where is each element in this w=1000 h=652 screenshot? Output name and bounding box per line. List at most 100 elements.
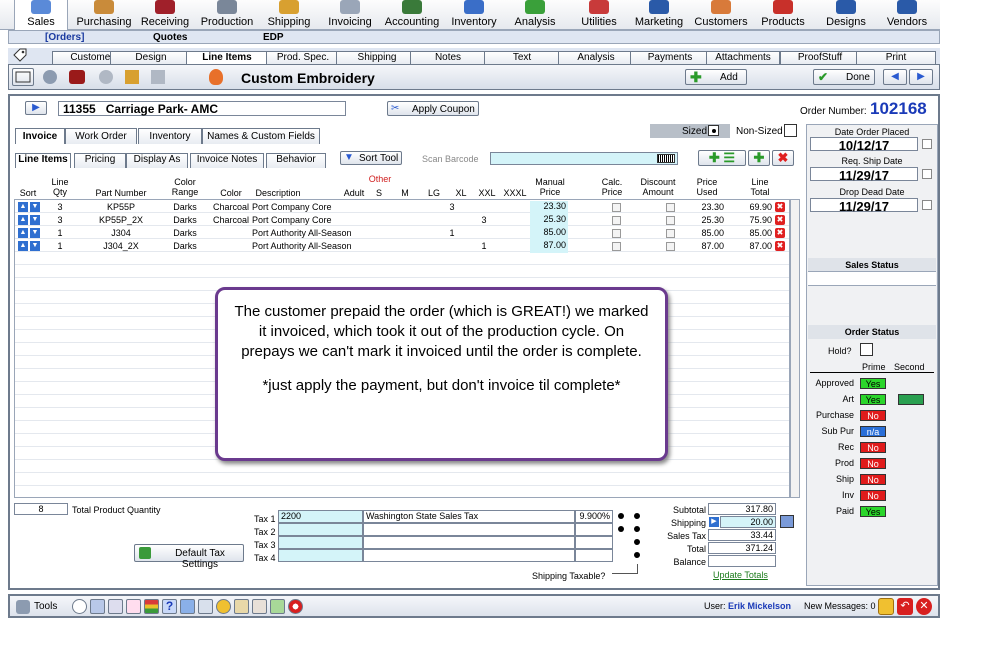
tax2-radio[interactable] [634, 526, 640, 532]
subnav-edp[interactable]: EDP [263, 32, 284, 43]
table-row[interactable]: ▲ ▼ 1 J304_2X Darks Port Authority All-Season… [14, 240, 790, 253]
linetab-pricing[interactable]: Pricing [74, 153, 126, 168]
gallery-icon[interactable] [252, 599, 267, 614]
settings-icon[interactable] [43, 70, 57, 84]
status-badge[interactable]: Yes [860, 394, 886, 405]
date-placed-calendar-icon[interactable] [922, 139, 932, 149]
calc-price-checkbox[interactable] [612, 229, 621, 238]
prev-arrow-icon[interactable]: ◀ [883, 69, 907, 85]
status-badge[interactable]: No [860, 474, 886, 485]
tax3-radio[interactable] [634, 539, 640, 545]
sort-up-icon[interactable]: ▲ [18, 215, 28, 225]
sort-tool-button[interactable]: ▼ Sort Tool [340, 151, 402, 165]
folder-icon[interactable] [234, 599, 249, 614]
table-row[interactable]: ▲ ▼ 3 KP55P Darks Charcoal Port Company Core 3 2… [14, 201, 790, 214]
date-placed-field[interactable]: 10/12/17 [810, 137, 918, 153]
tab-shipping[interactable]: Shipping [336, 51, 418, 64]
new-messages[interactable]: New Messages: 0 [804, 601, 876, 611]
nav-sales[interactable]: Sales [14, 0, 68, 30]
calculator-icon[interactable] [780, 515, 794, 528]
nav-marketing[interactable]: Marketing [634, 0, 684, 30]
status-badge[interactable]: n/a [860, 426, 886, 437]
grid-scrollbar[interactable] [790, 199, 800, 498]
sort-down-icon[interactable]: ▼ [30, 241, 40, 251]
manual-price[interactable]: 85.00 [530, 227, 568, 240]
nav-utilities[interactable]: Utilities [578, 0, 620, 30]
pencil-icon[interactable] [126, 599, 141, 614]
nav-shipping[interactable]: Shipping [266, 0, 312, 30]
stop-icon[interactable] [288, 599, 303, 614]
nav-invoicing[interactable]: Invoicing [326, 0, 374, 30]
calc-price-checkbox[interactable] [612, 216, 621, 225]
help-icon[interactable] [72, 599, 87, 614]
lock-icon[interactable] [878, 598, 894, 615]
sized-radio[interactable] [708, 125, 719, 136]
nonsized-checkbox[interactable] [784, 124, 797, 137]
nav-receiving[interactable]: Receiving [138, 0, 192, 30]
undo-icon[interactable]: ↶ [897, 598, 913, 615]
close-icon[interactable]: ✕ [916, 598, 932, 615]
drop-dead-calendar-icon[interactable] [922, 200, 932, 210]
discount-checkbox[interactable] [666, 242, 675, 251]
customer-field[interactable]: 11355 Carriage Park- AMC [58, 101, 346, 116]
tax3-name[interactable] [363, 536, 575, 549]
sales-status-field[interactable] [808, 272, 936, 286]
sort-down-icon[interactable]: ▼ [30, 215, 40, 225]
tax4-rate[interactable] [575, 549, 613, 562]
linetab-line-items[interactable]: Line Items [15, 153, 71, 168]
tax1-radio[interactable] [634, 513, 640, 519]
add-multiple-lines-button[interactable]: ✚ ☰ [698, 150, 746, 166]
nav-accounting[interactable]: Accounting [384, 0, 440, 30]
nav-purchasing[interactable]: Purchasing [74, 0, 134, 30]
default-tax-settings-button[interactable]: Default Tax Settings [134, 544, 244, 570]
sort-up-icon[interactable]: ▲ [18, 241, 28, 251]
tax4-code[interactable] [278, 549, 363, 562]
refresh-icon[interactable] [216, 599, 231, 614]
linetab-behavior[interactable]: Behavior [266, 153, 326, 168]
tax1-code[interactable]: 2200 [278, 510, 363, 523]
tab-design[interactable]: Design [110, 51, 192, 64]
list-icon[interactable] [144, 599, 159, 614]
status-badge[interactable]: No [860, 490, 886, 501]
scan-barcode-input[interactable] [490, 152, 678, 165]
subtab-inventory[interactable]: Inventory [138, 128, 202, 144]
calc-price-checkbox[interactable] [612, 203, 621, 212]
discount-checkbox[interactable] [666, 203, 675, 212]
tax1-ship-radio[interactable] [618, 513, 624, 519]
status-badge[interactable]: Yes [860, 506, 886, 517]
subtab-invoice[interactable]: Invoice [15, 128, 65, 144]
manual-price[interactable]: 25.30 [530, 214, 568, 227]
tax1-rate[interactable]: 9.900% [575, 510, 613, 523]
tools-icon[interactable] [16, 600, 30, 614]
delete-row-icon[interactable]: ✖ [775, 228, 785, 238]
status-badge[interactable]: Yes [860, 378, 886, 389]
sort-up-icon[interactable]: ▲ [18, 202, 28, 212]
shipping-value[interactable]: 20.00 [720, 516, 776, 528]
discount-checkbox[interactable] [666, 229, 675, 238]
linetab-invoice-notes[interactable]: Invoice Notes [190, 153, 264, 168]
delete-row-icon[interactable]: ✖ [775, 241, 785, 251]
nav-customers[interactable]: Customers [694, 0, 748, 30]
done-button[interactable]: ✔ Done [813, 69, 875, 85]
nav-vendors[interactable]: Vendors [884, 0, 930, 30]
req-ship-calendar-icon[interactable] [922, 169, 932, 179]
nav-designs[interactable]: Designs [824, 0, 868, 30]
sort-down-icon[interactable]: ▼ [30, 228, 40, 238]
shipping-goto-icon[interactable]: ▶ [709, 517, 719, 527]
tax3-code[interactable] [278, 536, 363, 549]
tab-attachments[interactable]: Attachments [706, 51, 780, 64]
document-icon[interactable] [125, 70, 139, 84]
tools-label[interactable]: Tools [34, 601, 57, 612]
calc-price-checkbox[interactable] [612, 242, 621, 251]
update-totals-link[interactable]: Update Totals [713, 570, 768, 580]
tax2-ship-radio[interactable] [618, 526, 624, 532]
tab-proofstuff[interactable]: ProofStuff [780, 51, 860, 64]
tax4-radio[interactable] [634, 552, 640, 558]
tax1-name[interactable]: Washington State Sales Tax [363, 510, 575, 523]
status-badge[interactable]: No [860, 458, 886, 469]
tax2-rate[interactable] [575, 523, 613, 536]
subtab-names-custom-fields[interactable]: Names & Custom Fields [202, 128, 320, 144]
window-icon[interactable] [12, 68, 34, 86]
monitor-icon[interactable] [198, 599, 213, 614]
nav-products[interactable]: Products [760, 0, 806, 30]
